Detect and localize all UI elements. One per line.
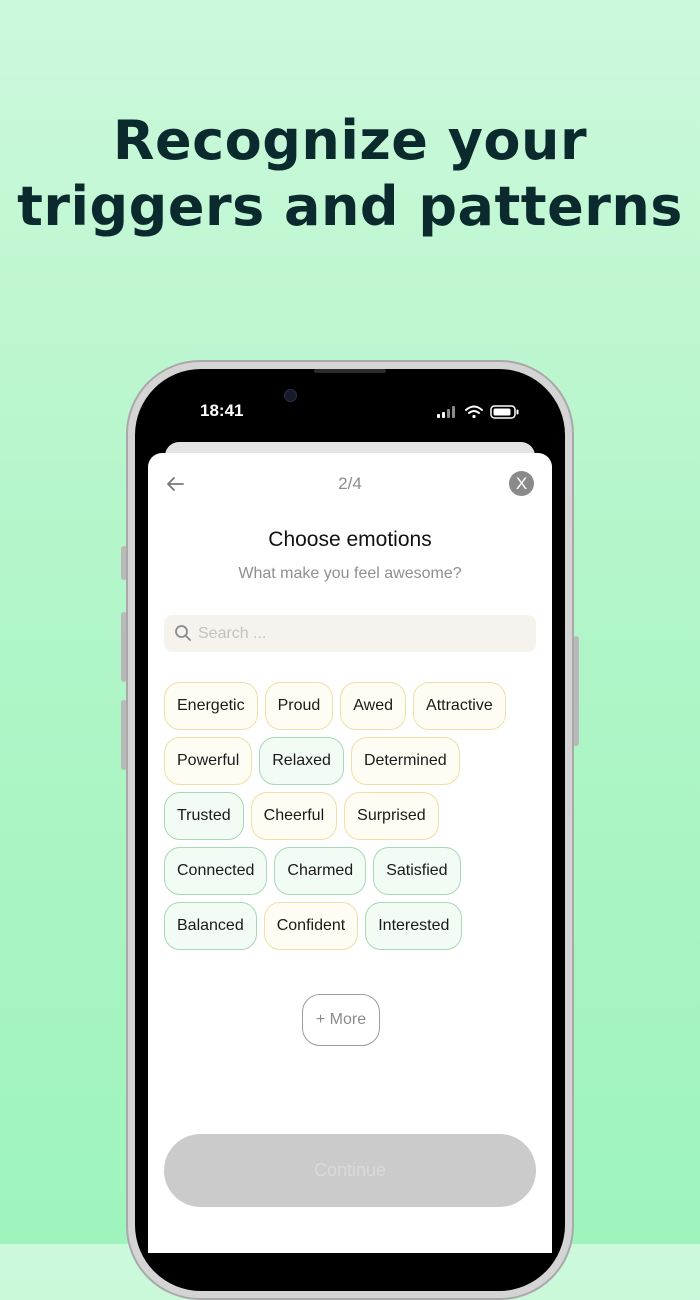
emotion-chip-balanced[interactable]: Balanced <box>164 902 257 950</box>
battery-icon <box>490 405 519 419</box>
emotion-chip-confident[interactable]: Confident <box>263 902 359 950</box>
search-bar <box>164 615 536 652</box>
phone-speaker <box>314 369 386 373</box>
chip-row: Connected Charmed Satisfied <box>164 847 536 895</box>
emotion-chip-trusted[interactable]: Trusted <box>164 792 244 840</box>
search-input[interactable] <box>198 615 518 652</box>
more-button[interactable]: + More <box>302 994 380 1046</box>
status-time: 18:41 <box>200 401 244 420</box>
step-indicator: 2/4 <box>338 474 362 493</box>
emotion-chip-connected[interactable]: Connected <box>164 847 268 895</box>
emotion-chip-awed[interactable]: Awed <box>340 682 407 730</box>
emotion-picker-sheet: 2/4 X Choose emotions What make you feel… <box>148 453 552 1253</box>
emotion-chip-surprised[interactable]: Surprised <box>344 792 439 840</box>
wifi-icon <box>465 405 483 419</box>
emotion-chip-attractive[interactable]: Attractive <box>413 682 506 730</box>
emotion-chip-cheerful[interactable]: Cheerful <box>250 792 338 840</box>
chip-row: Energetic Proud Awed Attractive <box>164 682 536 730</box>
emotion-chip-determined[interactable]: Determined <box>350 737 460 785</box>
status-icons <box>437 404 521 420</box>
search-icon <box>175 625 191 641</box>
continue-button[interactable]: Continue <box>164 1134 536 1207</box>
page-title: Choose emotions <box>268 528 432 551</box>
emotion-chip-energetic[interactable]: Energetic <box>164 682 258 730</box>
emotion-chip-powerful[interactable]: Powerful <box>164 737 253 785</box>
emotion-chip-list: Energetic Proud Awed Attractive Powerful Rela… <box>164 682 536 957</box>
close-button[interactable]: X <box>509 471 534 496</box>
signal-icon <box>437 406 455 418</box>
emotion-chip-proud[interactable]: Proud <box>264 682 334 730</box>
chip-row: Balanced Confident Interested <box>164 902 536 950</box>
emotion-chip-interested[interactable]: Interested <box>365 902 463 950</box>
headline-line-2: triggers and patterns <box>17 175 683 238</box>
chip-row: Trusted Cheerful Surprised <box>164 792 536 840</box>
emotion-chip-satisfied[interactable]: Satisfied <box>373 847 461 895</box>
page-subtitle: What make you feel awesome? <box>238 565 462 582</box>
headline-line-1: Recognize your <box>112 109 588 172</box>
front-camera <box>284 389 297 402</box>
emotion-chip-relaxed[interactable]: Relaxed <box>259 737 344 785</box>
headline: Recognize your triggers and patterns <box>0 108 700 240</box>
chip-row: Powerful Relaxed Determined <box>164 737 536 785</box>
emotion-chip-charmed[interactable]: Charmed <box>274 847 367 895</box>
